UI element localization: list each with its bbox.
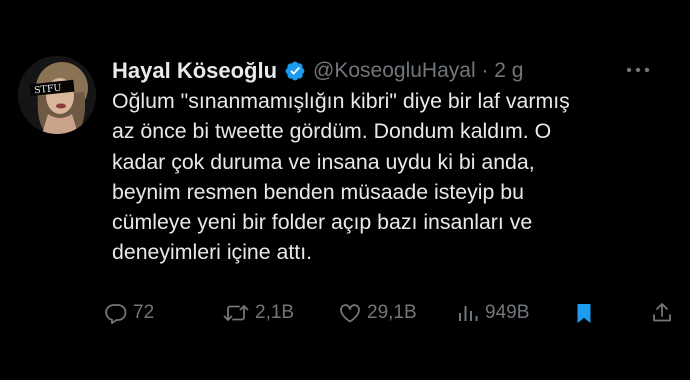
reply-button[interactable]: 72 [104, 296, 154, 330]
tweet-text-line: az önce bi tweette gördüm. Dondum kaldım… [112, 119, 552, 144]
tweet-text: Oğlum "sınanmamışlığın kibri" diye bir l… [112, 86, 682, 268]
views-chart-icon [459, 306, 478, 321]
avatar-photo: STFU [18, 56, 96, 134]
retweet-count: 2,1B [255, 302, 295, 323]
verified-badge-icon [284, 60, 306, 82]
heart-icon [340, 304, 360, 323]
share-icon [653, 303, 671, 322]
tweet-text-line: deneyimleri içine attı. [112, 240, 313, 265]
more-options-icon[interactable] [620, 56, 656, 84]
share-button[interactable] [650, 296, 674, 330]
tweet-text-line: beynim resmen benden müsaade isteyip bu [112, 179, 524, 204]
author-handle-time[interactable]: @KoseogluHayal · 2 g [313, 59, 523, 83]
views-count: 949B [485, 302, 530, 323]
retweet-icon [223, 305, 249, 321]
retweet-button[interactable]: 2,1B [222, 296, 294, 330]
bookmark-icon [577, 304, 591, 323]
reply-icon [105, 304, 127, 324]
tweet: STFU Hayal Köseoğlu @KoseogluHayal · 2 g… [0, 0, 690, 380]
bookmark-button[interactable] [572, 296, 596, 330]
tweet-header: Hayal Köseoğlu @KoseogluHayal · 2 g [112, 54, 666, 88]
like-button[interactable]: 29,1B [338, 296, 417, 330]
tweet-actions: 72 2,1B 29,1B 949B [104, 296, 684, 330]
author-name[interactable]: Hayal Köseoğlu [112, 58, 277, 84]
avatar[interactable]: STFU [18, 56, 96, 134]
views-button[interactable]: 949B [456, 296, 529, 330]
tweet-text-line: Oğlum "sınanmamışlığın kibri" diye bir l… [112, 89, 570, 113]
reply-count: 72 [133, 302, 155, 323]
tweet-text-line: kadar çok duruma ve insana uydu ki bi an… [112, 149, 535, 174]
tweet-text-line: cümleye yeni bir folder açıp bazı insanl… [112, 210, 533, 235]
like-count: 29,1B [367, 302, 417, 323]
